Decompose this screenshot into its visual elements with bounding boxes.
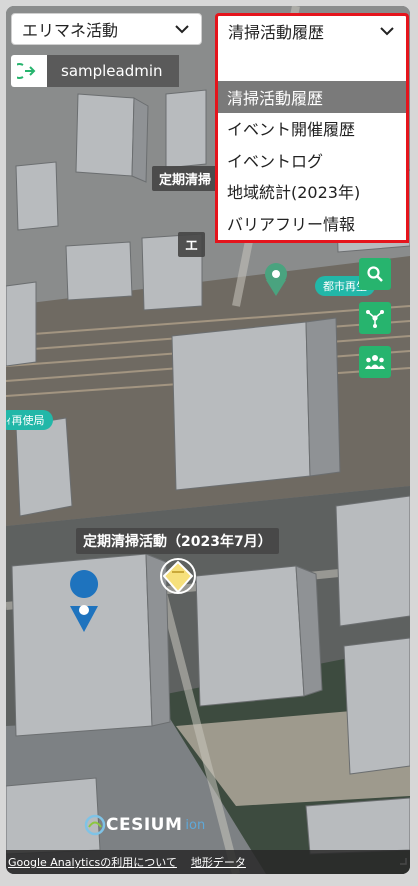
dropdown-spacer [218, 45, 406, 81]
cesium-wordmark: CESIUM [106, 815, 183, 835]
cesium-icon [84, 814, 106, 836]
people-icon [365, 355, 385, 369]
history-select[interactable]: 清掃活動履歴 [215, 13, 409, 45]
map-app: 定期清掃 エ 定期清掃活動（2023年7月） 都市再生 ｨ再使局 エリマネ活動 … [6, 6, 410, 874]
chevron-down-icon [380, 26, 394, 35]
map-label: エ [178, 232, 206, 257]
history-select-value: 清掃活動履歴 [228, 22, 325, 42]
analytics-link[interactable]: Google Analyticsの利用について [8, 854, 177, 870]
cleanup-event-label: 定期清掃活動（2023年7月） [76, 528, 279, 554]
option-event-history[interactable]: イベント開催履歴 [218, 113, 406, 145]
area-select-value: エリマネ活動 [22, 21, 119, 40]
cesium-logo[interactable]: CESIUM ion [84, 814, 205, 836]
search-button[interactable] [359, 258, 391, 290]
map-label: 定期清掃 [152, 166, 219, 191]
logout-icon[interactable] [17, 61, 37, 81]
user-chip[interactable]: sampleadmin [11, 55, 179, 87]
option-barrier-free[interactable]: バリアフリー情報 [218, 207, 406, 239]
chevron-down-icon [175, 25, 189, 34]
people-button[interactable] [359, 346, 391, 378]
area-activity-select[interactable]: エリマネ活動 [11, 13, 202, 45]
option-event-log[interactable]: イベントログ [218, 144, 406, 176]
cleanup-marker-icon[interactable] [160, 558, 196, 594]
attribution-bar: Google Analyticsの利用について 地形データ [6, 850, 410, 874]
network-button[interactable] [359, 302, 391, 334]
cesium-ion-wordmark: ion [185, 817, 206, 833]
search-icon [367, 266, 383, 282]
username: sampleadmin [47, 55, 179, 87]
terrain-data-link[interactable]: 地形データ [191, 854, 246, 870]
option-area-statistics[interactable]: 地域統計(2023年) [218, 176, 406, 208]
history-dropdown-menu: 清掃活動履歴 イベント開催履歴 イベントログ 地域統計(2023年) バリアフリ… [215, 45, 409, 243]
facility-tag[interactable]: ｨ再使局 [6, 410, 53, 430]
network-icon [366, 310, 384, 328]
option-cleanup-history[interactable]: 清掃活動履歴 [218, 81, 406, 113]
